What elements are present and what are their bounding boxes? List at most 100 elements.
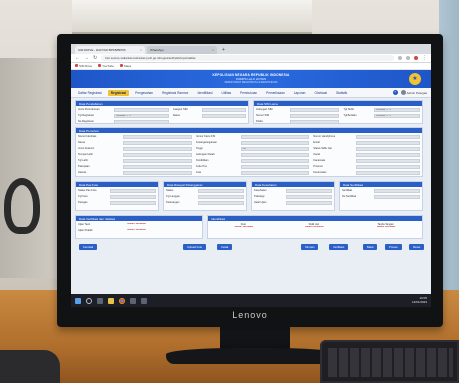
email-field[interactable] — [355, 140, 420, 145]
back-icon[interactable]: ← — [75, 55, 80, 61]
form-row: Polda — [256, 119, 340, 124]
reload-icon[interactable]: ↻ — [93, 55, 97, 61]
tinggi-field[interactable]: cm — [240, 146, 310, 151]
status-field[interactable] — [202, 113, 246, 118]
kecamatan-field[interactable] — [355, 170, 420, 175]
field-label: Status — [166, 189, 174, 192]
petugas-field[interactable] — [109, 200, 156, 205]
no-sertifikat-field[interactable] — [373, 194, 420, 199]
provinsi-field[interactable] — [355, 164, 420, 169]
sertifikat-field[interactable] — [373, 188, 420, 193]
verifikasi-button[interactable]: Verifikasi — [329, 244, 349, 250]
forward-icon[interactable]: → — [84, 55, 89, 61]
jenis-permohonan-field[interactable] — [114, 107, 169, 112]
nomor-sim-field[interactable] — [289, 113, 340, 118]
form-row: Tgl Registrasi DD/MM/YYYY — [78, 113, 169, 118]
new-tab-button[interactable]: + — [219, 47, 228, 54]
chrome-icon[interactable] — [119, 297, 125, 304]
menu-item-registrasi-ranmor[interactable]: Registrasi Ranmor — [159, 90, 191, 96]
menu-item-otorisasi[interactable]: Otorisasi — [311, 90, 330, 96]
no-registrasi-field[interactable] — [114, 119, 169, 124]
search-icon[interactable] — [86, 297, 92, 304]
menu-item-laporan[interactable]: Laporan — [291, 90, 309, 96]
field-label: Jenis Kelamin — [78, 147, 95, 150]
pendidikan-field[interactable] — [240, 158, 310, 163]
browser-tab-active[interactable]: SIM DRIVE - DAFTAR BPKB/BPKB × — [75, 46, 145, 54]
close-icon[interactable]: × — [140, 48, 142, 52]
menu-item-pemeriksaan[interactable]: Pemeriksaan — [263, 90, 288, 96]
task-view-icon[interactable] — [97, 297, 103, 304]
tgl-terbit-field[interactable]: DD/MM/YYYY — [374, 107, 420, 112]
form-row: Nama — [78, 140, 192, 145]
menu-item-registrasi[interactable]: Registrasi — [107, 89, 130, 96]
app-icon[interactable] — [141, 297, 147, 304]
nomor-handphone-field[interactable] — [355, 134, 420, 139]
golongan-sim-field[interactable] — [289, 107, 340, 112]
upload-foto-button[interactable]: Upload Foto — [183, 244, 207, 250]
tgl-langgar-field[interactable] — [197, 194, 244, 199]
menu-item-statistik[interactable]: Statistik — [333, 90, 350, 96]
user-menu[interactable]: Admin Petugas — [400, 90, 427, 95]
field-label: Hasil Ujian — [254, 201, 267, 204]
polda-field[interactable] — [289, 119, 340, 124]
url-field[interactable]: Not secure satlantas.korlantas.polri.go.… — [101, 55, 394, 61]
kategori-sim-field[interactable] — [202, 107, 246, 112]
menu-item-utilitas[interactable]: Utilitas — [219, 90, 235, 96]
reset-button[interactable]: Reset — [409, 244, 425, 250]
nomor-kartu-field[interactable] — [240, 134, 310, 139]
foto-status: Belum Verifikasi — [234, 226, 254, 228]
system-clock[interactable]: 10:05 12/01/2023 — [412, 296, 427, 304]
field-label: Golongan Darah — [195, 153, 215, 156]
tgl-lahir-field[interactable] — [123, 158, 192, 163]
nomor-identitas-field[interactable] — [123, 134, 192, 139]
bookmark-item[interactable]: SIM Drive — [75, 64, 92, 68]
menu-item-pengesahan[interactable]: Pengesahan — [132, 90, 156, 96]
menu-kebab-icon[interactable]: ⋮ — [422, 55, 427, 61]
tgl-registrasi-field[interactable]: DD/MM/YYYY — [114, 113, 169, 118]
menu-item-pembukuan[interactable]: Pembukuan — [237, 90, 260, 96]
folder-icon[interactable] — [108, 297, 114, 304]
kode-pos-field[interactable] — [240, 164, 310, 169]
jenis-kelamin-field[interactable] — [123, 146, 192, 151]
kacamata-field[interactable] — [355, 158, 420, 163]
form-row: Jenis Permohonan — [78, 107, 169, 112]
bookmark-label: SIM Drive — [79, 64, 93, 68]
bookmark-item[interactable]: Maps — [119, 64, 131, 68]
start-icon[interactable] — [75, 297, 81, 304]
status-riwayat-field[interactable] — [197, 188, 244, 193]
batal-button[interactable]: Batal — [363, 244, 378, 250]
nama-field[interactable] — [123, 140, 192, 145]
hasil-ujian-field[interactable] — [285, 200, 332, 205]
proses-button[interactable]: Proses — [385, 244, 402, 250]
app-icon[interactable] — [130, 297, 136, 304]
cacat-field[interactable] — [355, 152, 420, 157]
kesehatan-field[interactable] — [285, 188, 332, 193]
tgl-foto-field[interactable] — [109, 194, 156, 199]
tempat-lahir-field[interactable] — [123, 152, 192, 157]
psikologi-field[interactable] — [285, 194, 332, 199]
keterangan-field[interactable] — [197, 200, 244, 205]
golongan-darah-field[interactable] — [240, 152, 310, 157]
form-row: No Sertifikat — [342, 194, 420, 199]
browser-tab[interactable]: WhatsApp × — [147, 46, 217, 54]
extension-icon[interactable] — [398, 56, 402, 60]
kota-field[interactable] — [240, 170, 310, 175]
field-label: Kecamatan — [313, 171, 327, 174]
bookmark-item[interactable]: YouTube — [98, 64, 114, 68]
simpan-button[interactable]: Simpan — [301, 244, 319, 250]
help-icon[interactable]: ? — [392, 90, 398, 95]
cetak-button[interactable]: Cetak — [217, 244, 233, 250]
tgl-berlaku-field[interactable]: DD/MM/YYYY — [374, 113, 420, 118]
form-row: Tgl Terbit DD/MM/YYYY — [343, 107, 420, 112]
status-sidik-jari-field[interactable] — [355, 146, 420, 151]
close-icon[interactable]: × — [212, 48, 214, 52]
profile-icon[interactable] — [414, 56, 418, 60]
kewarganegaraan-field[interactable] — [240, 140, 310, 145]
menu-item-daftar-registrasi[interactable]: Daftar Registrasi — [75, 90, 105, 96]
extension-icon[interactable] — [406, 56, 410, 60]
alamat-field[interactable] — [123, 170, 192, 175]
menu-item-identifikasi[interactable]: Identifikasi — [194, 90, 215, 96]
status-pas-foto-field[interactable] — [109, 188, 156, 193]
kembali-button[interactable]: Kembali — [79, 244, 98, 250]
pekerjaan-field[interactable] — [123, 164, 192, 169]
